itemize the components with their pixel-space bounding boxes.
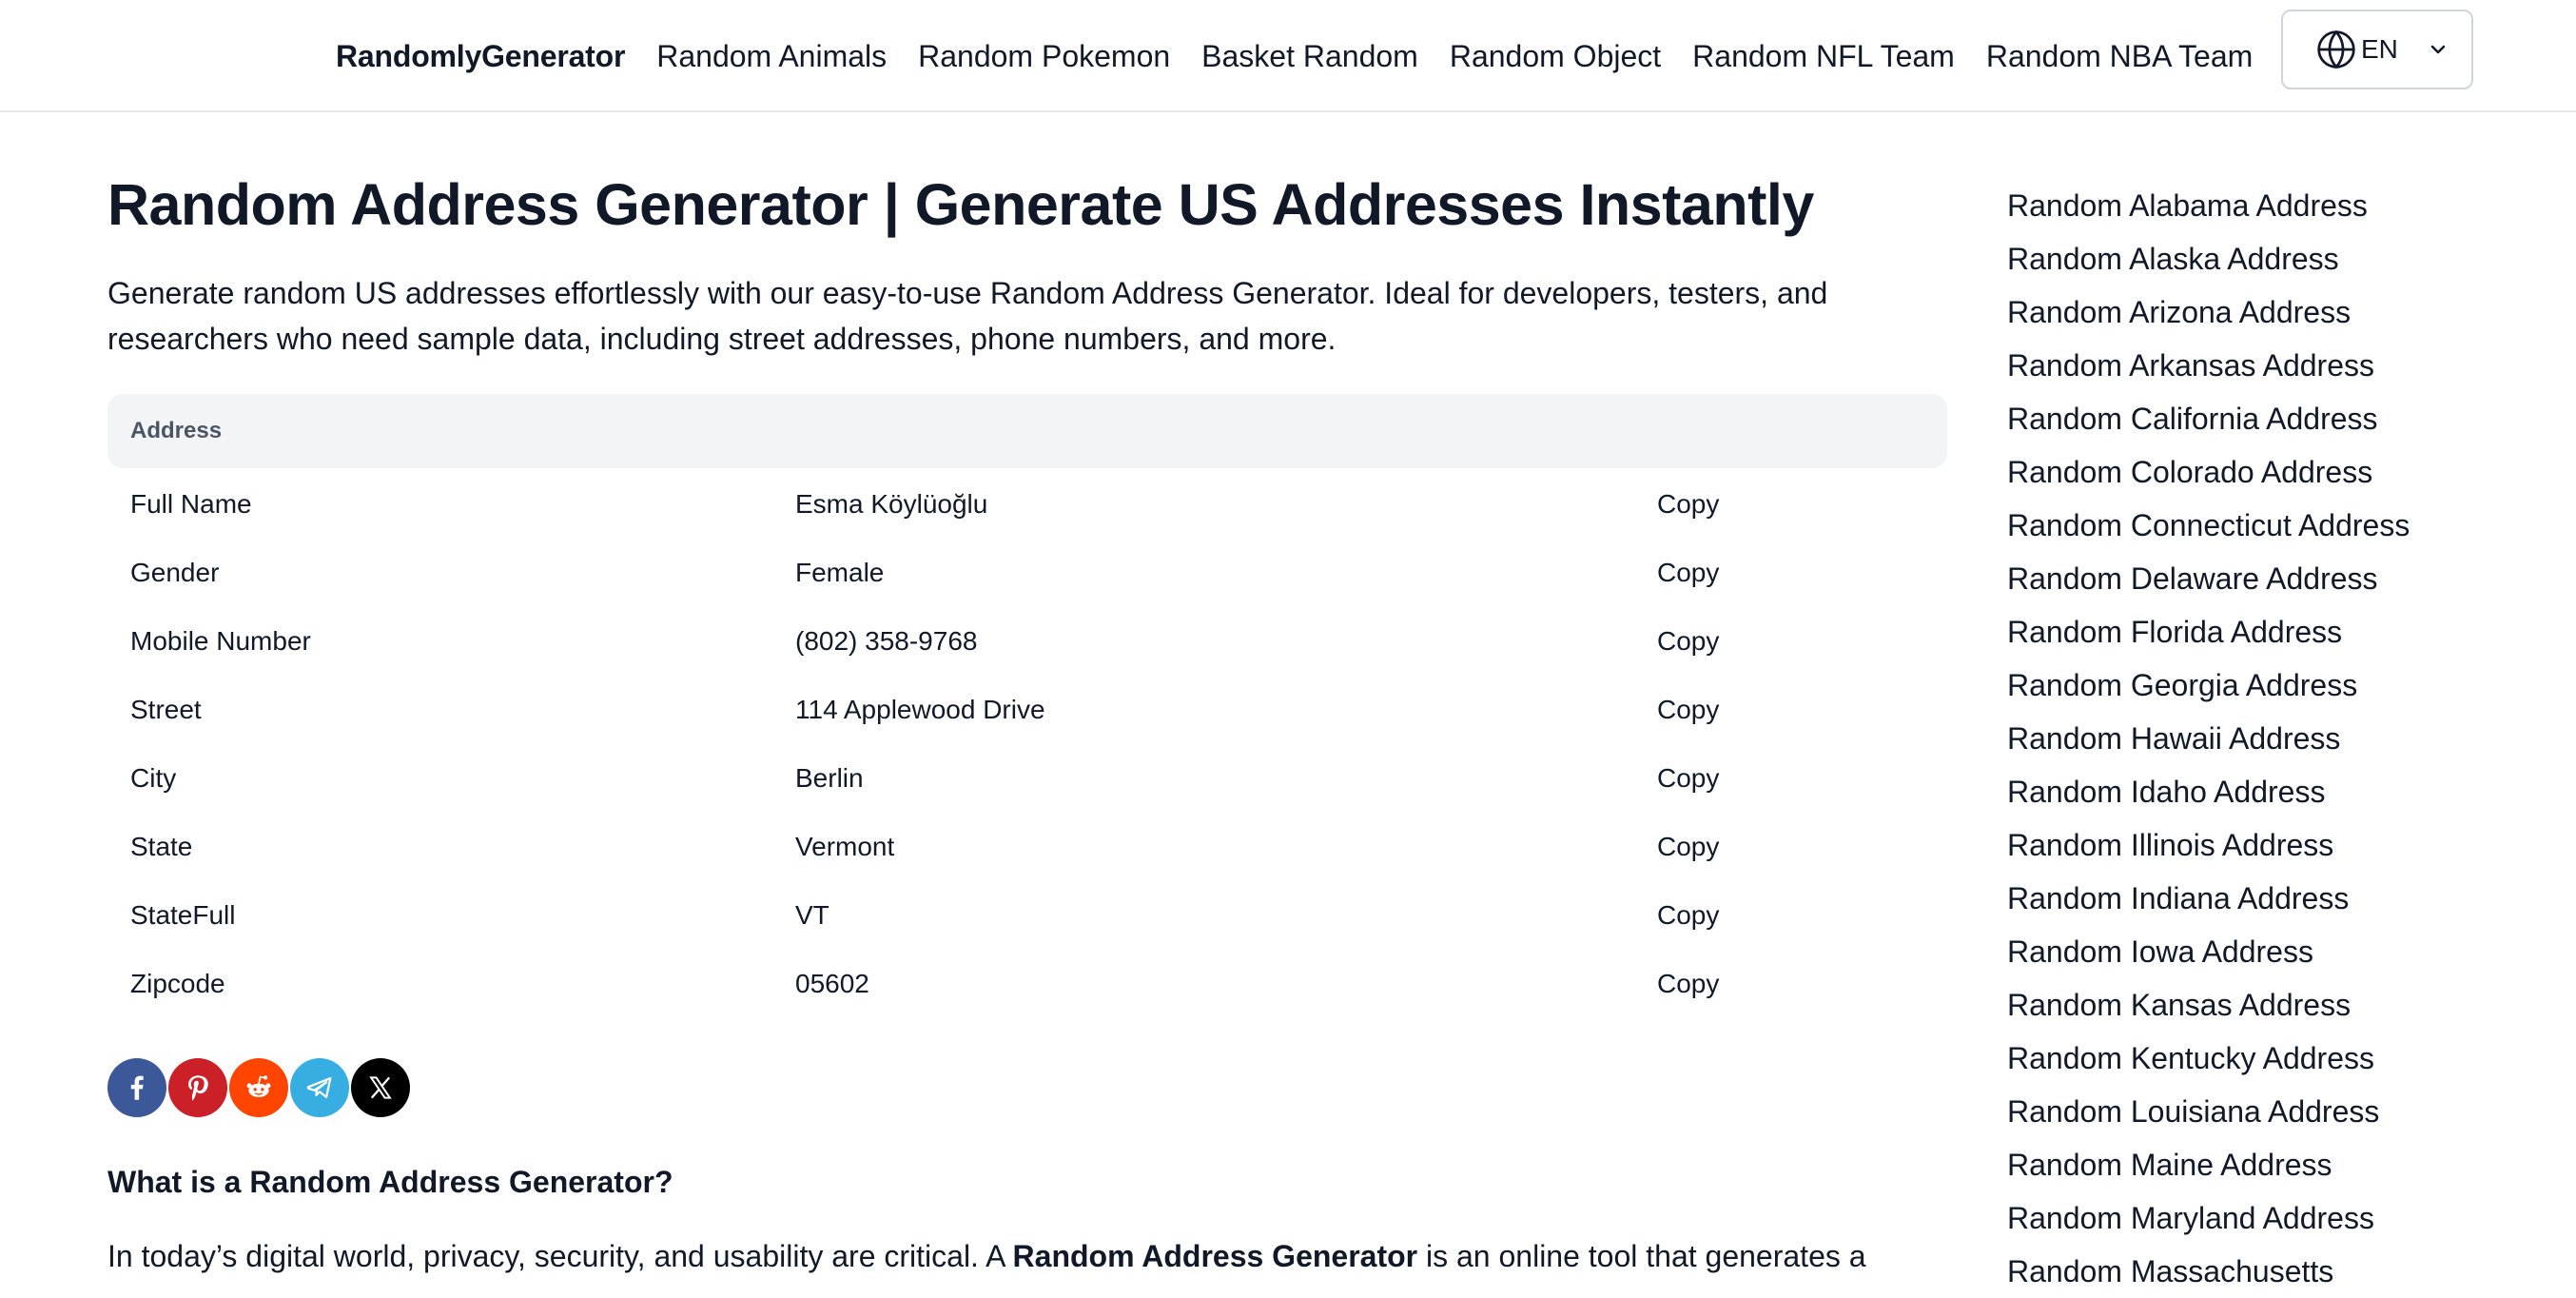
copy-button[interactable]: Copy <box>1657 969 1719 999</box>
row-value: 114 Applewood Drive <box>795 695 1045 724</box>
language-selector[interactable]: EN <box>2281 10 2473 89</box>
copy-button[interactable]: Copy <box>1657 558 1719 588</box>
para-start: In today’s digital world, privacy, secur… <box>107 1239 1013 1273</box>
table-row: StateFull VT Copy <box>107 879 1947 948</box>
x-share-button[interactable] <box>351 1058 410 1117</box>
sidebar-link-arkansas[interactable]: Random Arkansas Address <box>2007 339 2540 392</box>
table-row: Mobile Number (802) 358-9768 Copy <box>107 605 1947 674</box>
sidebar-link-indiana[interactable]: Random Indiana Address <box>2007 872 2540 925</box>
row-label: StateFull <box>130 900 236 930</box>
copy-button[interactable]: Copy <box>1657 900 1719 931</box>
nav-link-random-nba-team[interactable]: Random NBA Team <box>1986 39 2253 74</box>
intro-line-1: Generate random US addresses effortlessl… <box>107 276 1828 310</box>
sidebar-link-colorado[interactable]: Random Colorado Address <box>2007 445 2540 499</box>
intro-line-2: researchers who need sample data, includ… <box>107 322 1337 356</box>
sidebar-state-links: Random Alabama Address Random Alaska Add… <box>2007 179 2540 1298</box>
address-table: Full Name Esma Köylüoğlu Copy Gender Fem… <box>107 468 1947 1016</box>
language-label: EN <box>2361 34 2398 64</box>
row-value: VT <box>795 900 829 930</box>
pinterest-share-button[interactable] <box>168 1058 227 1117</box>
row-label: Street <box>130 695 202 724</box>
sidebar-link-maryland[interactable]: Random Maryland Address <box>2007 1191 2540 1245</box>
sidebar-link-alabama[interactable]: Random Alabama Address <box>2007 179 2540 232</box>
pinterest-icon <box>188 1075 208 1101</box>
copy-button[interactable]: Copy <box>1657 832 1719 862</box>
sidebar-link-hawaii[interactable]: Random Hawaii Address <box>2007 712 2540 765</box>
sidebar-link-arizona[interactable]: Random Arizona Address <box>2007 285 2540 339</box>
para-bold: Random Address Generator <box>1012 1239 1418 1273</box>
nav-link-random-nfl-team[interactable]: Random NFL Team <box>1692 39 1955 74</box>
telegram-share-button[interactable] <box>290 1058 349 1117</box>
table-row: Zipcode 05602 Copy <box>107 948 1947 1016</box>
sidebar-link-maine[interactable]: Random Maine Address <box>2007 1138 2540 1191</box>
copy-button[interactable]: Copy <box>1657 489 1719 520</box>
sidebar-link-california[interactable]: Random California Address <box>2007 392 2540 445</box>
sidebar-link-florida[interactable]: Random Florida Address <box>2007 605 2540 659</box>
row-value: 05602 <box>795 969 869 998</box>
section-paragraph: In today’s digital world, privacy, secur… <box>107 1239 1947 1274</box>
x-icon <box>369 1076 392 1099</box>
reddit-share-button[interactable] <box>229 1058 288 1117</box>
row-value: Vermont <box>795 832 895 861</box>
sidebar-link-connecticut[interactable]: Random Connecticut Address <box>2007 499 2540 552</box>
top-navbar: RandomlyGenerator Random Animals Random … <box>0 0 2576 112</box>
row-value: (802) 358-9768 <box>795 626 978 656</box>
table-row: Gender Female Copy <box>107 537 1947 605</box>
row-label: Gender <box>130 558 220 587</box>
nav-link-basket-random[interactable]: Basket Random <box>1201 39 1418 74</box>
nav-link-random-object[interactable]: Random Object <box>1450 39 1661 74</box>
copy-button[interactable]: Copy <box>1657 626 1719 657</box>
row-label: Zipcode <box>130 969 225 998</box>
sidebar-link-louisiana[interactable]: Random Louisiana Address <box>2007 1085 2540 1138</box>
intro-text: Generate random US addresses effortlessl… <box>107 270 1947 362</box>
sidebar-link-alaska[interactable]: Random Alaska Address <box>2007 232 2540 285</box>
telegram-icon <box>306 1076 332 1099</box>
row-label: Mobile Number <box>130 626 311 656</box>
table-row: City Berlin Copy <box>107 742 1947 811</box>
page-title: Random Address Generator | Generate US A… <box>107 172 1814 237</box>
table-row: Full Name Esma Köylüoğlu Copy <box>107 468 1947 537</box>
copy-button[interactable]: Copy <box>1657 763 1719 794</box>
para-end: is an online tool that generates a <box>1417 1239 1866 1273</box>
row-label: Full Name <box>130 489 252 519</box>
table-row: Street 114 Applewood Drive Copy <box>107 674 1947 742</box>
share-buttons <box>107 1058 412 1117</box>
row-value: Berlin <box>795 763 864 793</box>
globe-icon <box>2317 30 2355 69</box>
sidebar-link-illinois[interactable]: Random Illinois Address <box>2007 818 2540 872</box>
sidebar-link-idaho[interactable]: Random Idaho Address <box>2007 765 2540 818</box>
nav-links: RandomlyGenerator Random Animals Random … <box>336 0 2284 112</box>
nav-link-random-animals[interactable]: Random Animals <box>656 39 887 74</box>
row-value: Female <box>795 558 885 587</box>
sidebar-link-delaware[interactable]: Random Delaware Address <box>2007 552 2540 605</box>
row-label: City <box>130 763 177 793</box>
table-row: State Vermont Copy <box>107 811 1947 879</box>
nav-link-random-pokemon[interactable]: Random Pokemon <box>918 39 1170 74</box>
sidebar-link-iowa[interactable]: Random Iowa Address <box>2007 925 2540 978</box>
chevron-down-icon <box>2430 45 2446 54</box>
sidebar-link-kansas[interactable]: Random Kansas Address <box>2007 978 2540 1032</box>
brand-logo[interactable]: RandomlyGenerator <box>336 39 625 74</box>
section-heading: What is a Random Address Generator? <box>107 1165 673 1199</box>
row-label: State <box>130 832 193 861</box>
address-table-header: Address <box>107 394 1947 468</box>
facebook-share-button[interactable] <box>107 1058 166 1117</box>
copy-button[interactable]: Copy <box>1657 695 1719 725</box>
reddit-icon <box>246 1075 271 1097</box>
sidebar-link-georgia[interactable]: Random Georgia Address <box>2007 659 2540 712</box>
sidebar-link-kentucky[interactable]: Random Kentucky Address <box>2007 1032 2540 1085</box>
row-value: Esma Köylüoğlu <box>795 489 988 519</box>
facebook-icon <box>130 1075 144 1100</box>
